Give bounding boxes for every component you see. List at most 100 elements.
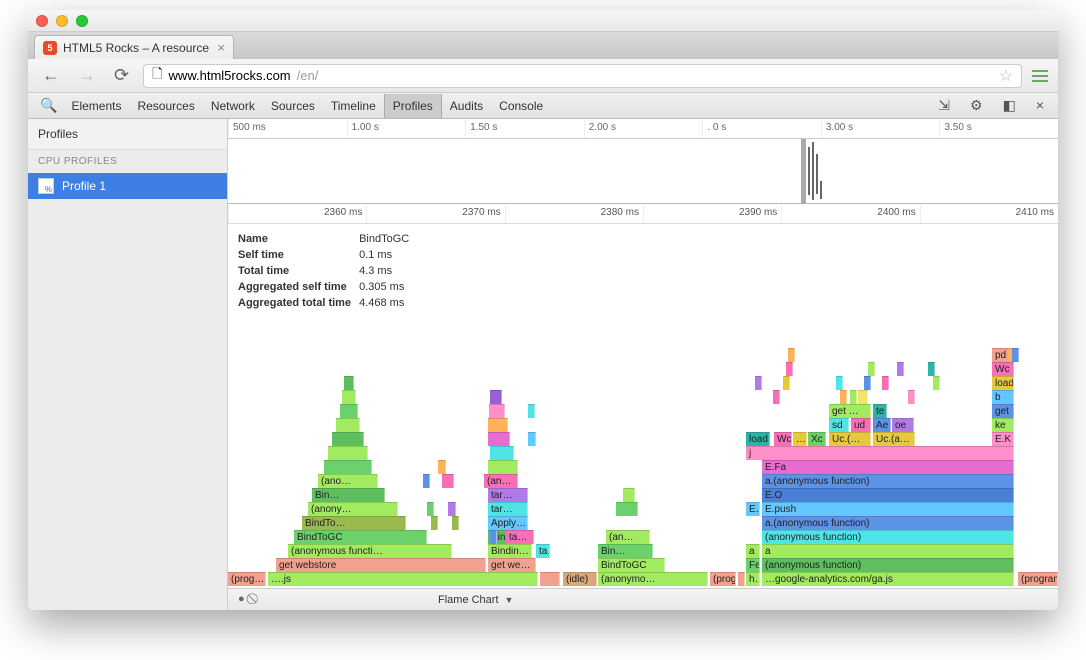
back-button[interactable]: ← <box>38 63 64 88</box>
flame-frame[interactable] <box>623 488 635 502</box>
minimize-window-button[interactable] <box>56 15 68 27</box>
flame-frame[interactable]: Xc <box>808 432 826 446</box>
flame-frame[interactable]: (ano… <box>318 474 378 488</box>
timeline-overview[interactable]: 500 ms1.00 s1.50 s2.00 s. 0 s3.00 s3.50 … <box>228 119 1058 204</box>
devtools-tab-resources[interactable]: Resources <box>129 94 202 118</box>
flame-frame[interactable]: E.K <box>992 432 1014 446</box>
bookmark-star-icon[interactable]: ☆ <box>999 66 1013 86</box>
flame-frame[interactable] <box>488 418 508 432</box>
profile-item[interactable]: Profile 1 <box>28 173 227 199</box>
flame-frame[interactable] <box>342 390 356 404</box>
flame-frame[interactable] <box>788 348 795 362</box>
flame-frame[interactable]: … <box>793 432 807 446</box>
flame-frame[interactable] <box>928 362 935 376</box>
flame-frame[interactable]: load <box>746 432 770 446</box>
flame-frame[interactable]: (anonymous function) <box>762 530 1014 544</box>
devtools-tab-network[interactable]: Network <box>203 94 263 118</box>
reload-button[interactable]: ⟳ <box>110 63 133 88</box>
flame-frame[interactable]: Apply… <box>488 516 528 530</box>
dock-icon[interactable]: ◧ <box>997 93 1022 118</box>
chrome-menu-icon[interactable] <box>1032 70 1048 82</box>
flame-frame[interactable]: (idle) <box>563 572 597 586</box>
flame-frame[interactable] <box>1012 348 1019 362</box>
devtools-tab-elements[interactable]: Elements <box>63 94 129 118</box>
flame-frame[interactable] <box>324 460 372 474</box>
flame-frame[interactable] <box>933 376 940 390</box>
flame-frame[interactable] <box>340 404 358 418</box>
flame-frame[interactable]: get webstore <box>276 558 486 572</box>
flame-frame[interactable] <box>840 390 847 404</box>
flame-chart[interactable]: NameBindToGCSelf time0.1 msTotal time4.3… <box>228 224 1058 588</box>
flame-frame[interactable] <box>448 502 456 516</box>
flame-frame[interactable]: BindTo… <box>302 516 406 530</box>
flame-frame[interactable] <box>858 390 868 404</box>
devtools-tab-sources[interactable]: Sources <box>263 94 323 118</box>
flame-frame[interactable] <box>528 432 536 446</box>
flame-frame[interactable]: (program) <box>710 572 736 586</box>
flame-frame[interactable]: Wc <box>992 362 1014 376</box>
flame-frame[interactable]: b <box>992 390 1014 404</box>
flame-frame[interactable]: E… <box>746 502 760 516</box>
flame-frame[interactable]: Bin… <box>598 544 653 558</box>
flame-frame[interactable]: Ae <box>873 418 891 432</box>
flame-frame[interactable]: BindToGC <box>598 558 665 572</box>
flame-frame[interactable] <box>336 418 360 432</box>
devtools-tab-profiles[interactable]: Profiles <box>384 94 442 118</box>
flame-frame[interactable]: BindToGC <box>294 530 427 544</box>
settings-gear-icon[interactable]: ⚙ <box>964 93 989 118</box>
flame-frame[interactable] <box>786 362 793 376</box>
flame-frame[interactable] <box>489 404 505 418</box>
flame-frame[interactable]: oe <box>892 418 914 432</box>
flame-frame[interactable]: tar… <box>488 502 528 516</box>
flame-frame[interactable]: (anony… <box>308 502 398 516</box>
flame-frame[interactable] <box>442 474 454 488</box>
flame-frame[interactable] <box>423 474 430 488</box>
flame-frame[interactable] <box>452 516 459 530</box>
flame-frame[interactable] <box>897 362 904 376</box>
flame-frame[interactable]: (prog… <box>228 572 266 586</box>
flame-frame[interactable] <box>616 502 638 516</box>
flame-frame[interactable] <box>490 530 497 544</box>
flame-frame[interactable]: …google-analytics.com/ga.js <box>762 572 1014 586</box>
flame-frame[interactable]: E.push <box>762 502 1014 516</box>
flame-frame[interactable] <box>427 502 434 516</box>
flame-frame[interactable] <box>738 572 745 586</box>
flame-frame[interactable]: ta… <box>506 530 534 544</box>
browser-tab[interactable]: 5 HTML5 Rocks – A resource × <box>34 35 234 59</box>
close-devtools-icon[interactable]: × <box>1030 93 1050 118</box>
devtools-tab-audits[interactable]: Audits <box>442 94 491 118</box>
flame-frame[interactable] <box>488 432 510 446</box>
flame-frame[interactable]: Fe <box>746 558 760 572</box>
flame-frame[interactable] <box>864 376 871 390</box>
flame-frame[interactable]: get we… <box>488 558 536 572</box>
flame-frame[interactable] <box>783 376 790 390</box>
flame-frame[interactable]: (anonymous functi… <box>288 544 452 558</box>
address-bar[interactable]: 🗋 www.html5rocks.com/en/ ☆ <box>143 64 1022 88</box>
flame-frame[interactable]: h… <box>746 572 760 586</box>
flame-frame[interactable]: (program) <box>1018 572 1058 586</box>
flame-frame[interactable]: load <box>992 376 1014 390</box>
flame-frame[interactable]: (anonymous function) <box>762 558 1014 572</box>
flame-frame[interactable]: ud <box>851 418 871 432</box>
flame-frame[interactable] <box>488 460 518 474</box>
flame-frame[interactable] <box>540 572 560 586</box>
flame-frame[interactable] <box>490 446 514 460</box>
drawer-toggle-icon[interactable]: ⇲ <box>932 93 956 118</box>
search-icon[interactable]: 🔍 <box>34 93 63 118</box>
flame-frame[interactable] <box>332 432 364 446</box>
flame-frame[interactable]: Uc.(a… <box>873 432 915 446</box>
flame-frame[interactable]: a.(anonymous function) <box>762 474 1014 488</box>
devtools-tab-timeline[interactable]: Timeline <box>323 94 384 118</box>
record-icon[interactable]: ● <box>238 593 245 606</box>
close-tab-icon[interactable]: × <box>217 40 225 55</box>
flame-frame[interactable]: Bindin… <box>488 544 532 558</box>
flame-frame[interactable]: E.Fa <box>762 460 1014 474</box>
flame-frame[interactable] <box>431 516 438 530</box>
flame-frame[interactable] <box>490 390 502 404</box>
flame-frame[interactable] <box>868 362 875 376</box>
flame-frame[interactable]: Bin… <box>312 488 385 502</box>
flame-frame[interactable]: sd <box>829 418 849 432</box>
flame-frame[interactable]: te <box>873 404 887 418</box>
flame-frame[interactable]: ….js <box>268 572 538 586</box>
flame-frame[interactable]: a.(anonymous function) <box>762 516 1014 530</box>
